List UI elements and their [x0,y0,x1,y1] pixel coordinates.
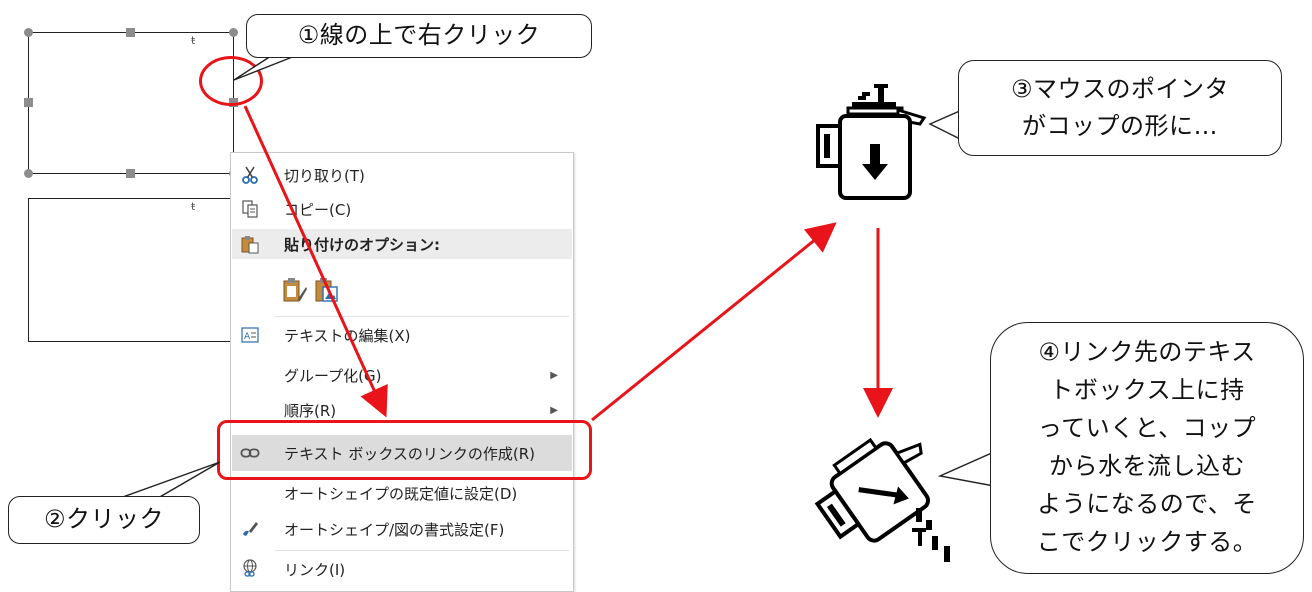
pouring-pitcher-cursor-icon [812,428,962,572]
callout-step2: ②クリック [8,496,200,544]
callout-step4-line6: こでクリックする。 [1036,527,1258,556]
callout-step2-text: ②クリック [43,505,164,534]
callout-step4-line5: ようになるので、そ [1037,489,1257,518]
callout-step3: ③マウスのポインタ がコップの形に… [958,60,1282,156]
callout-step1: ①線の上で右クリック [246,14,592,58]
callout-step4-line4: から水を流し込む [1049,452,1245,480]
callout-step4-line2: トボックス上に持 [1049,376,1245,405]
pitcher-cursor-icon [812,82,932,216]
callout-step3-line1: ③マウスのポインタ [1010,74,1229,103]
callout-step4-line1: ④リンク先のテキス [1038,338,1256,367]
callout-step4: ④リンク先のテキス トボックス上に持 っていくと、コップ から水を流し込む よう… [990,322,1304,574]
callout-step3-line2: がコップの形に… [1022,112,1218,140]
callout-step1-text: ①線の上で右クリック [297,21,541,50]
callout-step4-line3: っていくと、コップ [1037,414,1257,443]
